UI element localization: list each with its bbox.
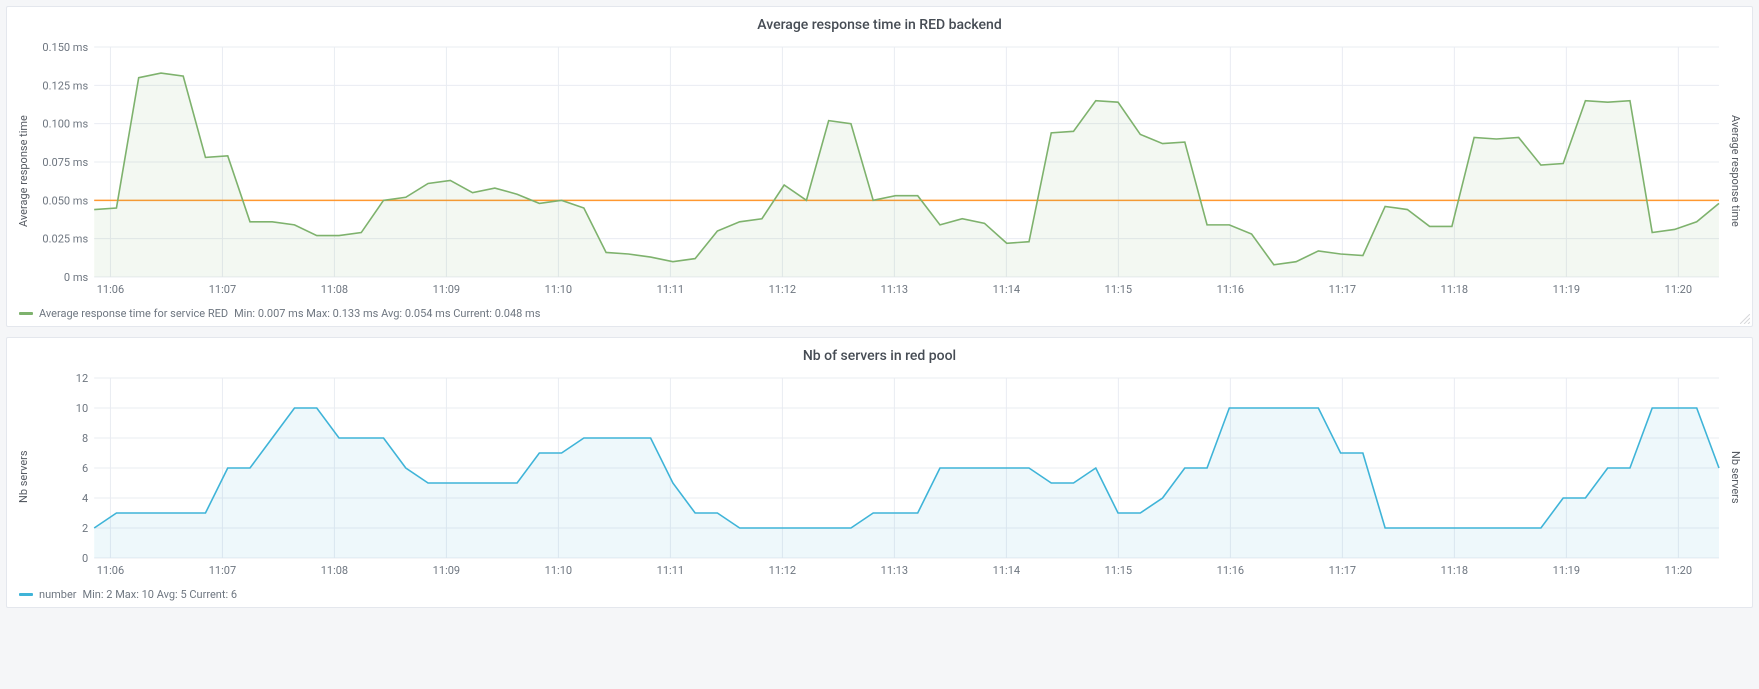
svg-text:11:09: 11:09 [433, 283, 460, 296]
svg-text:11:13: 11:13 [881, 564, 908, 577]
svg-text:11:17: 11:17 [1329, 283, 1356, 296]
svg-text:11:20: 11:20 [1665, 564, 1692, 577]
svg-text:11:08: 11:08 [321, 564, 348, 577]
svg-text:11:10: 11:10 [545, 564, 572, 577]
svg-text:11:10: 11:10 [545, 283, 572, 296]
panel-title: Nb of servers in red pool [15, 344, 1744, 372]
legend-series-name[interactable]: number [39, 588, 77, 601]
svg-text:0: 0 [82, 552, 88, 565]
resize-handle-icon[interactable] [1740, 314, 1750, 324]
svg-text:11:15: 11:15 [1105, 283, 1132, 296]
svg-text:11:12: 11:12 [769, 564, 796, 577]
legend-series-name[interactable]: Average response time for service RED [39, 307, 228, 320]
legend-swatch [19, 312, 33, 315]
svg-text:11:16: 11:16 [1217, 283, 1244, 296]
chart-area[interactable]: Average response time 0 ms 0.025 ms 0.050 … [15, 41, 1744, 301]
svg-text:12: 12 [76, 372, 88, 385]
chart-legend[interactable]: Average response time for service RED Mi… [15, 301, 1744, 322]
svg-text:11:08: 11:08 [321, 283, 348, 296]
panel-title: Average response time in RED backend [15, 13, 1744, 41]
y-axis-label-right: Nb servers [1727, 372, 1744, 582]
svg-text:0.025 ms: 0.025 ms [42, 233, 88, 246]
svg-text:11:14: 11:14 [993, 564, 1020, 577]
svg-text:11:16: 11:16 [1217, 564, 1244, 577]
svg-text:11:20: 11:20 [1665, 283, 1692, 296]
svg-text:11:06: 11:06 [97, 283, 124, 296]
svg-text:11:19: 11:19 [1553, 283, 1580, 296]
svg-text:4: 4 [82, 492, 88, 505]
svg-text:0 ms: 0 ms [64, 271, 89, 284]
svg-text:11:11: 11:11 [657, 283, 684, 296]
svg-text:11:18: 11:18 [1441, 564, 1468, 577]
svg-text:11:11: 11:11 [657, 564, 684, 577]
y-axis-label-right: Average response time [1727, 41, 1744, 301]
svg-text:11:07: 11:07 [209, 564, 236, 577]
chart-legend[interactable]: number Min: 2 Max: 10 Avg: 5 Current: 6 [15, 582, 1744, 603]
svg-text:11:13: 11:13 [881, 283, 908, 296]
svg-text:11:17: 11:17 [1329, 564, 1356, 577]
y-axis-label-left: Nb servers [15, 372, 32, 582]
chart-panel-nb-servers: Nb of servers in red pool Nb servers 0 2 4… [6, 337, 1753, 608]
svg-text:11:15: 11:15 [1105, 564, 1132, 577]
svg-text:2: 2 [82, 522, 88, 535]
svg-text:11:06: 11:06 [97, 564, 124, 577]
plot-area[interactable]: 0 2 4 6 8 10 12 11:06 11:07 11:08 11:09 11:10 11:11 1… [32, 372, 1727, 582]
legend-swatch [19, 593, 33, 596]
svg-text:0.075 ms: 0.075 ms [42, 156, 88, 169]
svg-text:0.100 ms: 0.100 ms [42, 118, 88, 131]
svg-text:11:12: 11:12 [769, 283, 796, 296]
legend-stats: Min: 2 Max: 10 Avg: 5 Current: 6 [83, 588, 238, 601]
svg-text:11:09: 11:09 [433, 564, 460, 577]
svg-text:0.125 ms: 0.125 ms [42, 79, 88, 92]
y-axis-label-left: Average response time [15, 41, 32, 301]
legend-stats: Min: 0.007 ms Max: 0.133 ms Avg: 0.054 m… [234, 307, 540, 320]
svg-text:8: 8 [82, 432, 88, 445]
plot-area[interactable]: 0 ms 0.025 ms 0.050 ms 0.075 ms 0.100 ms 0.12… [32, 41, 1727, 301]
chart-area[interactable]: Nb servers 0 2 4 6 8 10 12 11:06 11:07 11:08 11:09… [15, 372, 1744, 582]
svg-text:11:18: 11:18 [1441, 283, 1468, 296]
svg-text:0.150 ms: 0.150 ms [42, 41, 88, 54]
chart-panel-response-time: Average response time in RED backend Ave… [6, 6, 1753, 327]
svg-text:6: 6 [82, 462, 88, 475]
svg-text:11:07: 11:07 [209, 283, 236, 296]
svg-text:10: 10 [76, 402, 88, 415]
svg-text:0.050 ms: 0.050 ms [42, 194, 88, 207]
svg-text:11:14: 11:14 [993, 283, 1020, 296]
svg-text:11:19: 11:19 [1553, 564, 1580, 577]
